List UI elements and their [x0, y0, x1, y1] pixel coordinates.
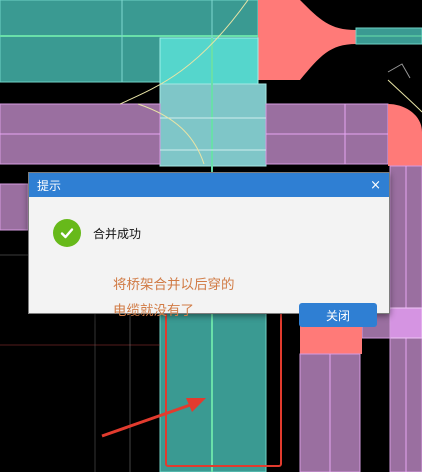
dialog-body: 合并成功 将桥架合并以后穿的 电缆就没有了 关闭 — [29, 197, 389, 327]
annotation-text-line-2: 电缆就没有了 — [113, 303, 194, 319]
dialog-title: 提示 — [37, 178, 62, 193]
dialog-message: 合并成功 — [93, 227, 142, 241]
close-button[interactable]: 关闭 — [299, 303, 377, 327]
elbow-fitting-right[interactable] — [388, 104, 422, 166]
check-circle-icon — [53, 219, 81, 247]
reducer-fitting-top[interactable] — [258, 0, 356, 80]
merge-result-dialog: 提示 × 合并成功 将桥架合并以后穿的 电缆就没有了 关闭 — [28, 172, 390, 327]
close-icon[interactable]: × — [370, 179, 381, 192]
cable-tray-purple-left-small[interactable] — [0, 183, 29, 231]
annotation-text-line-1: 将桥架合并以后穿的 — [113, 277, 235, 293]
tee-fitting[interactable] — [159, 37, 259, 85]
dialog-titlebar: 提示 × — [29, 173, 389, 197]
